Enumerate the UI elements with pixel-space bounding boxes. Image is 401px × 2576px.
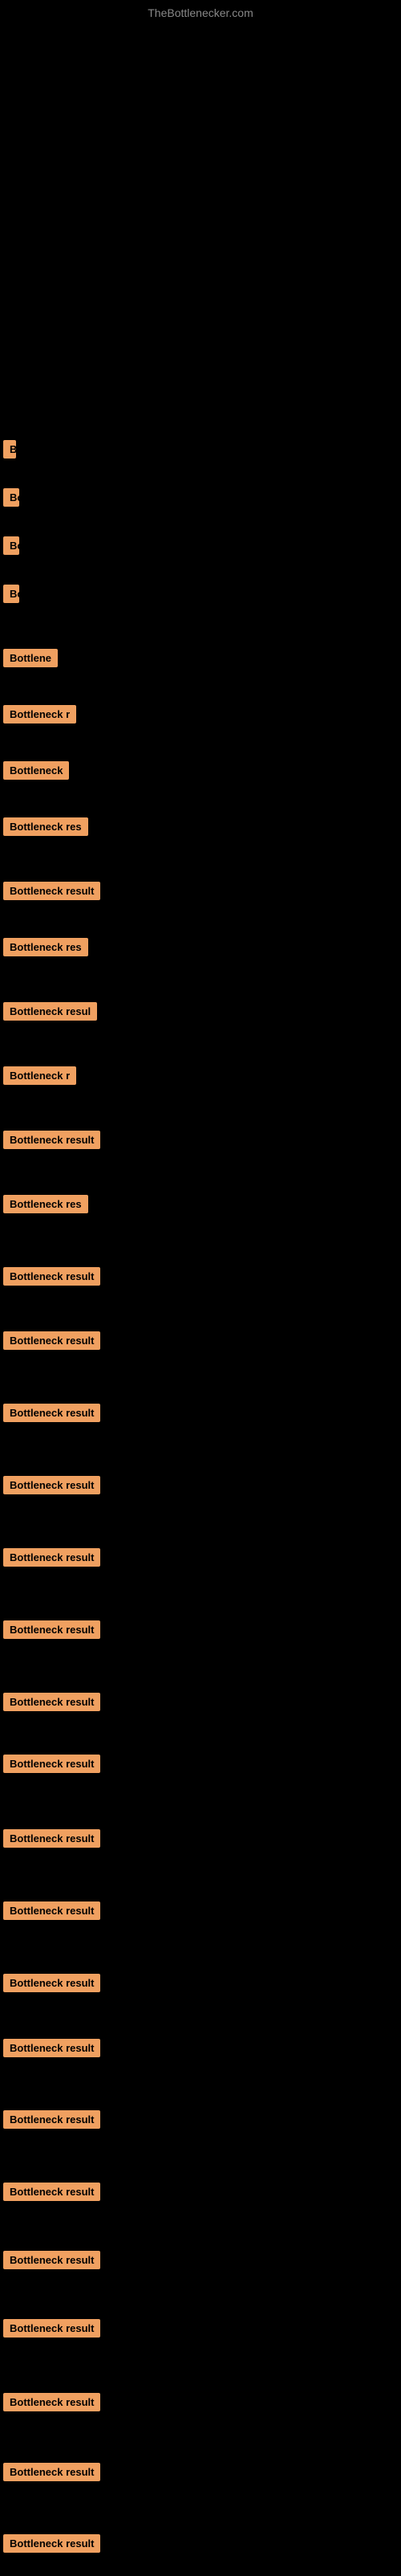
result-item-29: Bottleneck result <box>3 2319 100 2338</box>
result-item-4: Bottlene <box>3 649 58 667</box>
result-item-32: Bottleneck result <box>3 2534 100 2553</box>
result-item-14: Bottleneck result <box>3 1267 100 1286</box>
result-item-31: Bottleneck result <box>3 2463 100 2481</box>
result-item-9: Bottleneck res <box>3 938 88 956</box>
result-item-28: Bottleneck result <box>3 2251 100 2269</box>
result-item-19: Bottleneck result <box>3 1620 100 1639</box>
result-item-21: Bottleneck result <box>3 1755 100 1773</box>
result-item-3: Bo <box>3 585 19 603</box>
result-item-16: Bottleneck result <box>3 1404 100 1422</box>
result-item-30: Bottleneck result <box>3 2393 100 2411</box>
result-item-22: Bottleneck result <box>3 1829 100 1848</box>
result-item-2: Bo <box>3 536 19 555</box>
result-item-23: Bottleneck result <box>3 1901 100 1920</box>
result-item-12: Bottleneck result <box>3 1131 100 1149</box>
result-item-17: Bottleneck result <box>3 1476 100 1494</box>
result-item-0: B <box>3 440 16 459</box>
result-item-10: Bottleneck resul <box>3 1002 97 1021</box>
result-item-13: Bottleneck res <box>3 1195 88 1213</box>
result-item-1: Bo <box>3 488 19 507</box>
result-item-5: Bottleneck r <box>3 705 76 723</box>
result-item-20: Bottleneck result <box>3 1693 100 1711</box>
result-item-27: Bottleneck result <box>3 2183 100 2201</box>
site-title: TheBottlenecker.com <box>0 0 401 22</box>
result-item-11: Bottleneck r <box>3 1066 76 1085</box>
result-item-24: Bottleneck result <box>3 1974 100 1992</box>
result-item-15: Bottleneck result <box>3 1331 100 1350</box>
result-item-26: Bottleneck result <box>3 2110 100 2129</box>
result-item-7: Bottleneck res <box>3 817 88 836</box>
result-item-25: Bottleneck result <box>3 2039 100 2057</box>
result-item-8: Bottleneck result <box>3 882 100 900</box>
result-item-6: Bottleneck <box>3 761 69 780</box>
result-item-18: Bottleneck result <box>3 1548 100 1567</box>
